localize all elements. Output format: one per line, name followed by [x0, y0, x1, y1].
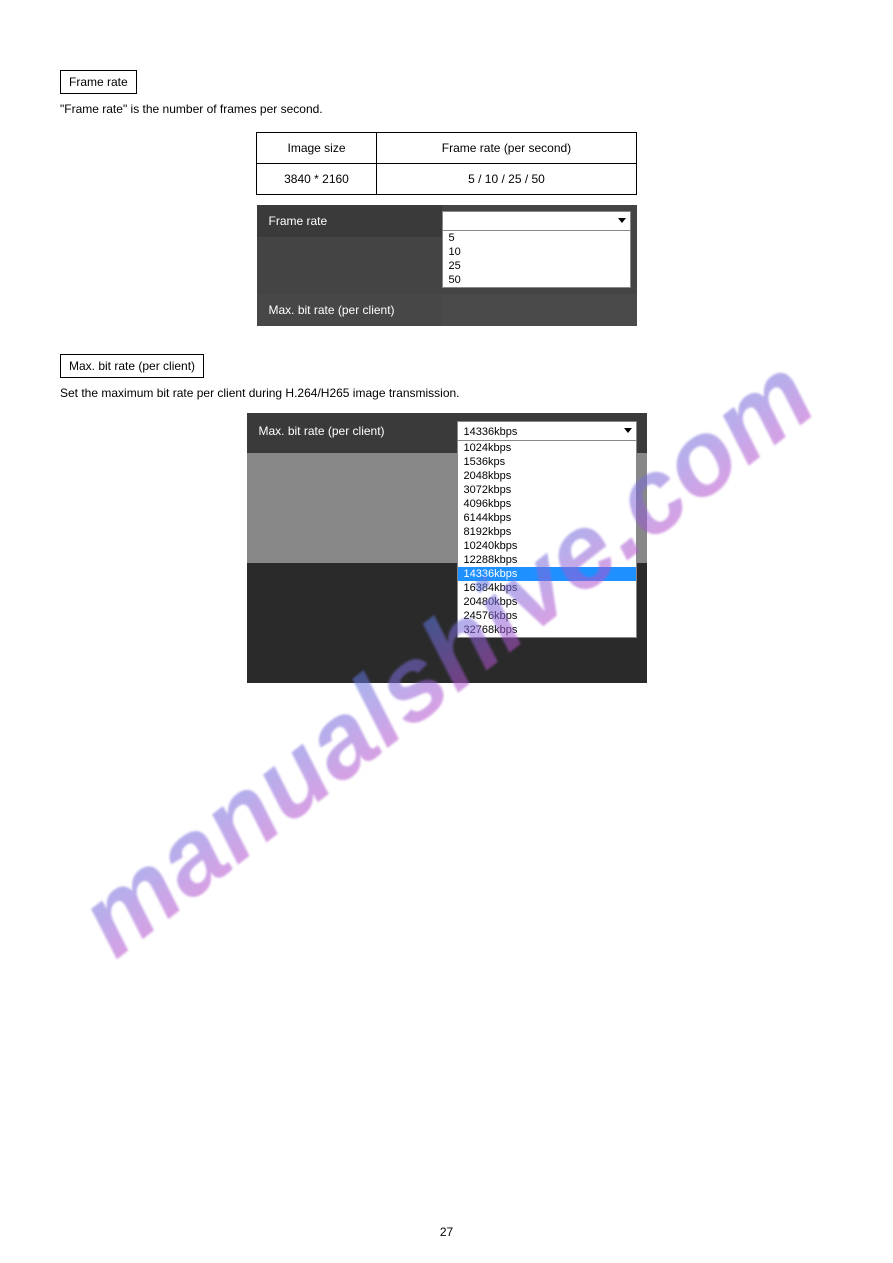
maxbitrate-option[interactable]: 8192kbps: [458, 525, 636, 539]
maxbitrate-option[interactable]: 12288kbps: [458, 553, 636, 567]
framerate-option[interactable]: 10: [443, 245, 630, 259]
framerate-select[interactable]: [442, 211, 631, 231]
framerate-description: "Frame rate" is the number of frames per…: [60, 102, 833, 118]
table-row: 3840 * 2160 5 / 10 / 25 / 50: [257, 163, 637, 194]
maxbitrate-option[interactable]: 32768kbps: [458, 623, 636, 637]
page-root: Frame rate "Frame rate" is the number of…: [0, 0, 893, 1263]
chevron-down-icon: [624, 428, 632, 433]
maxbitrate-select[interactable]: 14336kbps: [457, 421, 637, 441]
maxbitrate-option[interactable]: 10240kbps: [458, 539, 636, 553]
maxbitrate-option[interactable]: 4096kbps: [458, 497, 636, 511]
chevron-down-icon: [618, 218, 626, 223]
maxbitrate-select-value: 14336kbps: [464, 426, 518, 438]
maxbitrate-field-label: Max. bit rate (per client): [259, 424, 385, 438]
framerate-option[interactable]: 5: [443, 231, 630, 245]
maxbitrate-option[interactable]: 20480kbps: [458, 595, 636, 609]
table-cell-framerate-value: 5 / 10 / 25 / 50: [377, 163, 637, 194]
maxbitrate-field-label-mini: Max. bit rate (per client): [257, 294, 442, 326]
framerate-table: Image size Frame rate (per second) 3840 …: [256, 132, 637, 195]
maxbitrate-option[interactable]: 2048kbps: [458, 469, 636, 483]
maxbitrate-section-label: Max. bit rate (per client): [60, 354, 204, 378]
framerate-option[interactable]: 50: [443, 273, 630, 287]
maxbitrate-option-highlighted[interactable]: 14336kbps: [458, 567, 636, 581]
framerate-dropdown: 5 10 25 50: [442, 231, 631, 288]
maxbitrate-option[interactable]: 1024kbps: [458, 441, 636, 455]
maxbitrate-dropdown: 1024kbps 1536kps 2048kbps 3072kbps 4096k…: [457, 441, 637, 638]
table-header-imagesize: Image size: [257, 132, 377, 163]
table-header-framerate: Frame rate (per second): [377, 132, 637, 163]
maxbitrate-option[interactable]: 6144kbps: [458, 511, 636, 525]
maxbitrate-description: Set the maximum bit rate per client duri…: [60, 386, 833, 402]
maxbitrate-widget: Max. bit rate (per client) 14336kbps 102…: [247, 413, 647, 683]
framerate-section-label: Frame rate: [60, 70, 137, 94]
page-number: 27: [0, 1225, 893, 1239]
maxbitrate-option[interactable]: 24576kbps: [458, 609, 636, 623]
framerate-field-label: Frame rate: [257, 205, 442, 237]
table-cell-imagesize-value: 3840 * 2160: [257, 163, 377, 194]
maxbitrate-option[interactable]: 1536kps: [458, 455, 636, 469]
framerate-option[interactable]: 25: [443, 259, 630, 273]
framerate-widget: Frame rate 5 10 25 50 Max. bit rate (per…: [257, 205, 637, 326]
maxbitrate-option[interactable]: 16384kbps: [458, 581, 636, 595]
table-row: Image size Frame rate (per second): [257, 132, 637, 163]
maxbitrate-option[interactable]: 3072kbps: [458, 483, 636, 497]
